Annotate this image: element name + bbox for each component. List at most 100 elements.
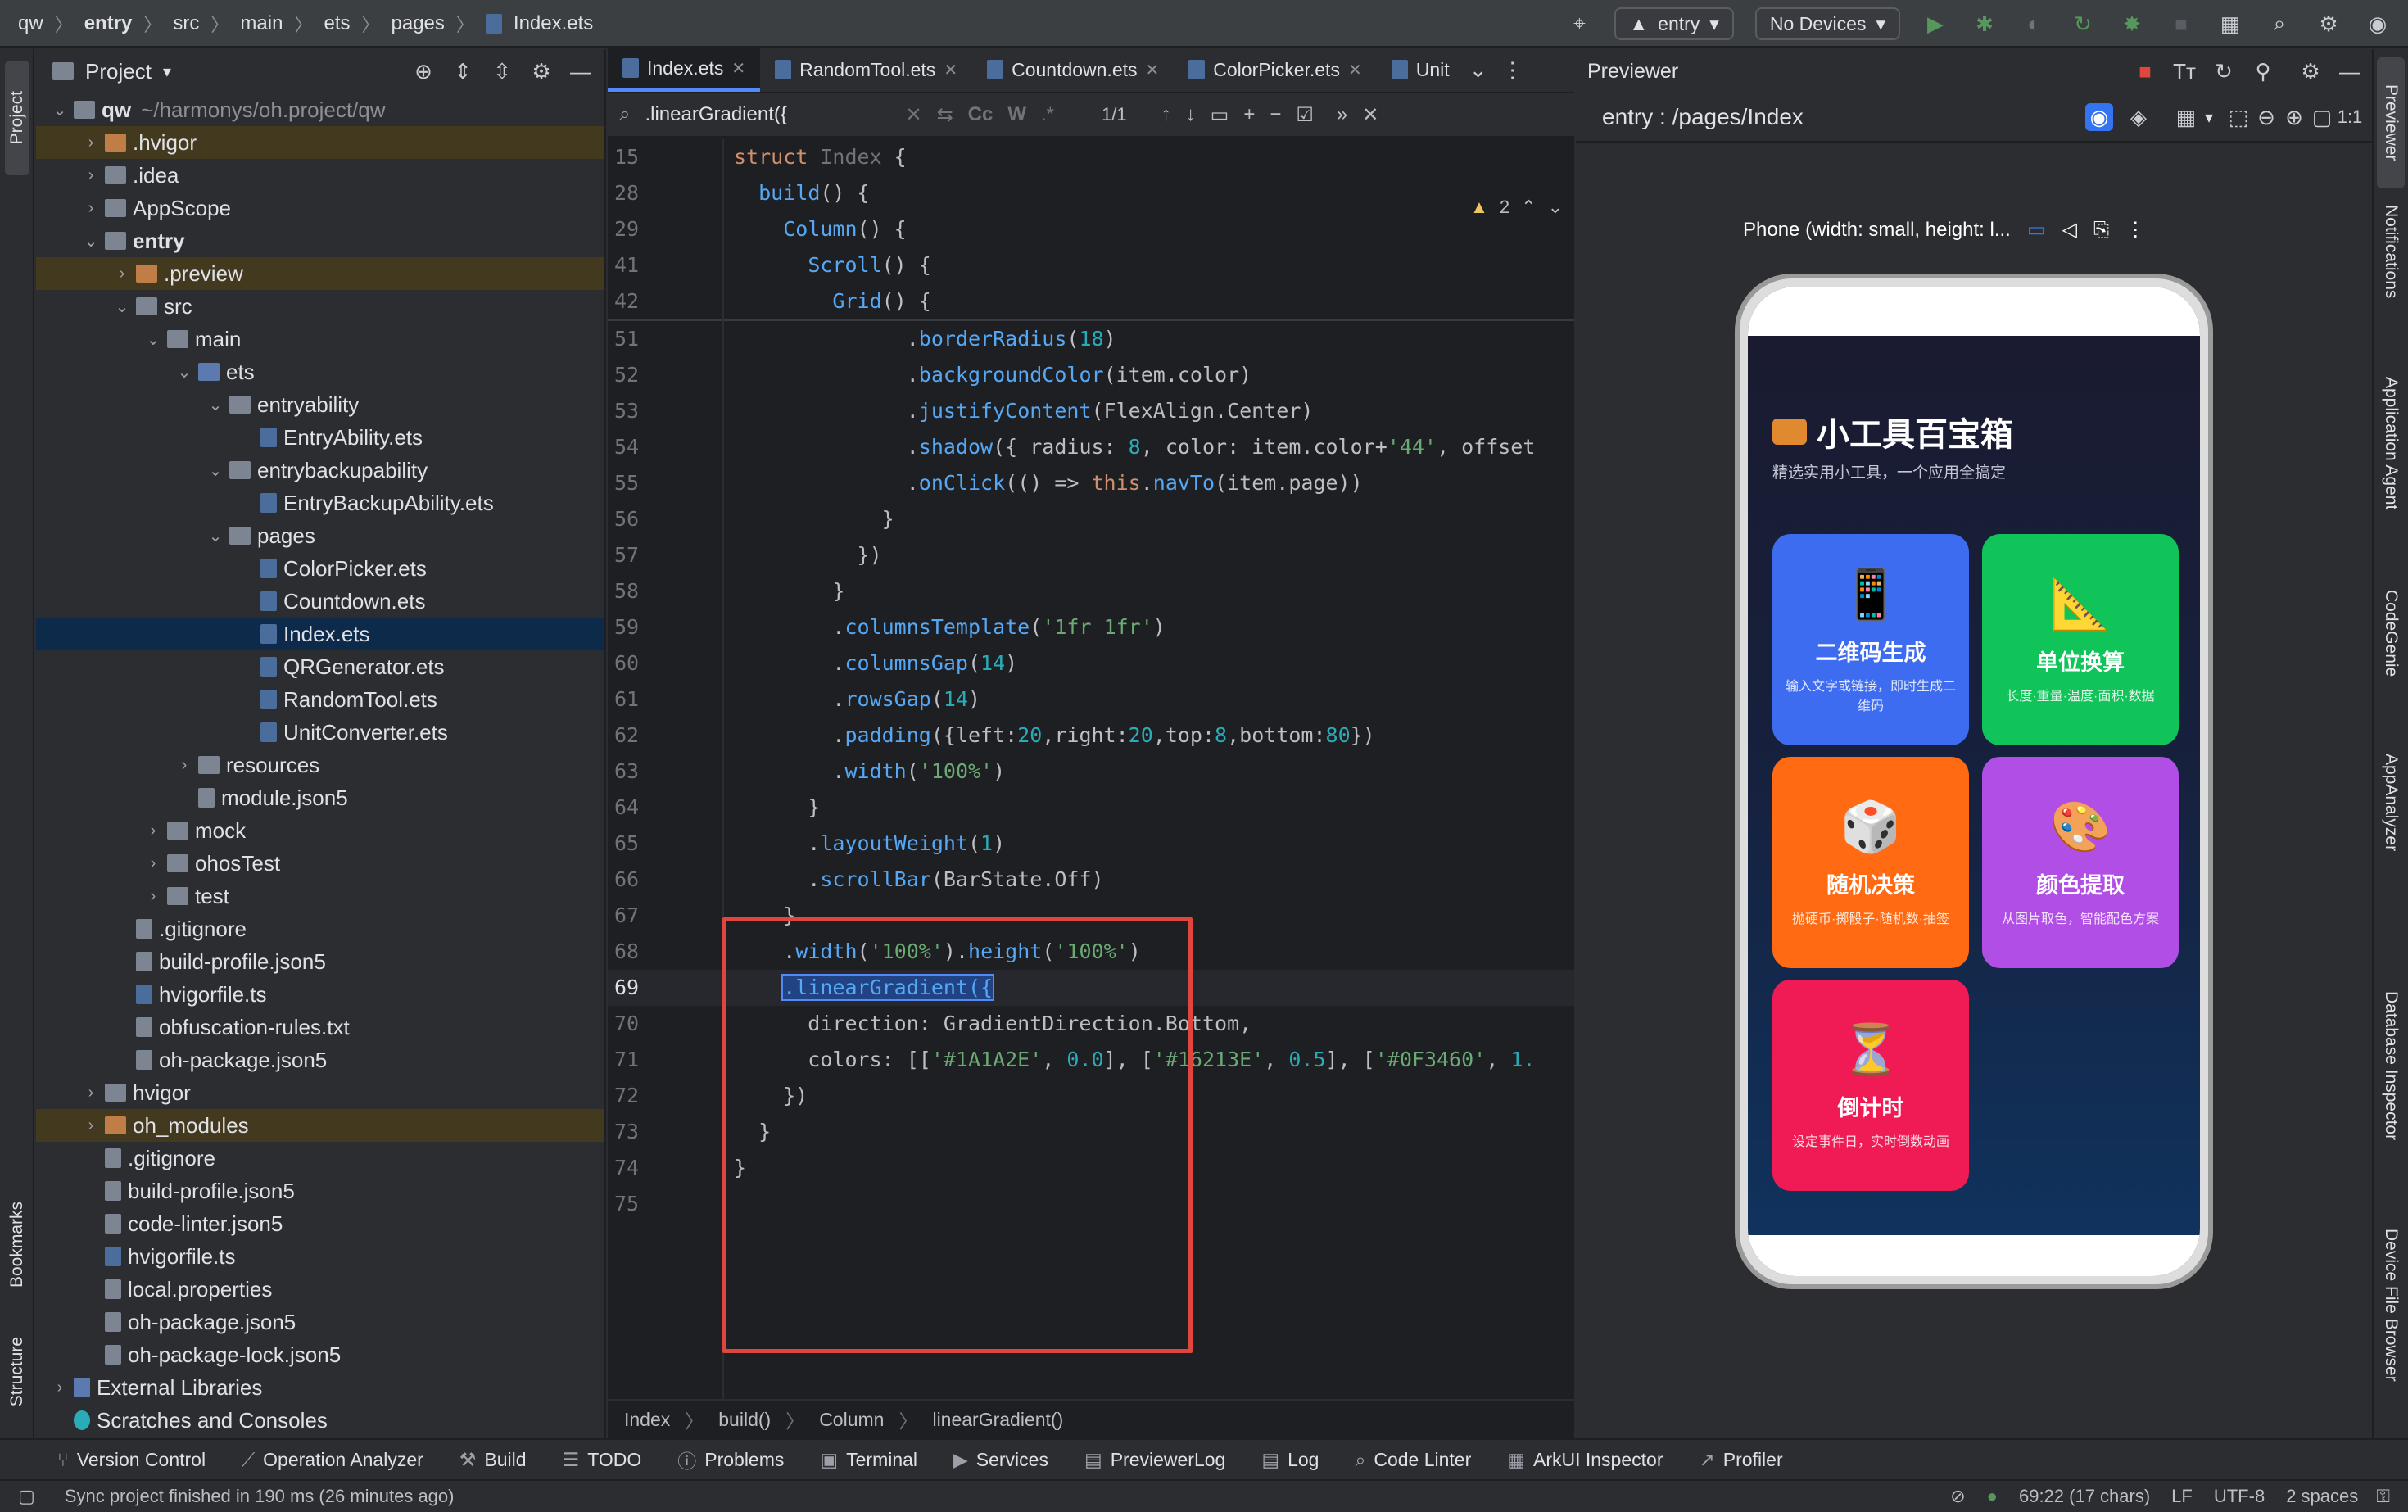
- close-find-icon[interactable]: ✕: [1362, 103, 1378, 127]
- arrow-down-icon[interactable]: ↓: [1186, 103, 1196, 126]
- select-all-occurrences-icon[interactable]: ☑: [1296, 103, 1314, 127]
- run-config-dropdown[interactable]: ▲ entry ▾: [1614, 7, 1734, 40]
- bottom-tool-button[interactable]: ▶ Services: [953, 1449, 1048, 1471]
- font-size-icon[interactable]: Tт: [2170, 57, 2198, 85]
- breadcrumb-item[interactable]: entry: [84, 12, 133, 35]
- bottom-tool-button[interactable]: ☰ TODO: [563, 1449, 642, 1471]
- tree-row[interactable]: local.properties: [36, 1273, 604, 1306]
- chevron-down-icon[interactable]: ⌄: [51, 100, 69, 120]
- chevron-down-icon[interactable]: ⌄: [113, 297, 131, 317]
- bottom-tool-button[interactable]: ⌕ Code Linter: [1355, 1449, 1471, 1471]
- collapse-all-icon[interactable]: ⇳: [488, 57, 516, 85]
- hide-icon[interactable]: —: [2336, 57, 2364, 85]
- tool-card[interactable]: 📐 单位换算 长度·重量·温度·面积·数据: [1982, 534, 2179, 745]
- tree-row[interactable]: ⌄ pages: [36, 519, 604, 552]
- code-line[interactable]: 61 .rowsGap(14): [608, 681, 1574, 718]
- bottom-tool-button[interactable]: ▣ Terminal: [820, 1449, 917, 1471]
- notifications-tool-button[interactable]: Notifications: [2377, 205, 2405, 401]
- chevron-down-icon[interactable]: ⌄: [1464, 56, 1492, 84]
- code-line[interactable]: 41 Scroll() {: [608, 247, 1574, 283]
- close-icon[interactable]: ✕: [944, 60, 957, 80]
- tree-row[interactable]: › .preview: [36, 257, 604, 290]
- locate-icon[interactable]: ⊕: [410, 57, 437, 85]
- tree-row[interactable]: build-profile.json5: [36, 945, 604, 978]
- tree-row[interactable]: .gitignore: [36, 1142, 604, 1175]
- tree-row[interactable]: obfuscation-rules.txt: [36, 1011, 604, 1043]
- tree-row[interactable]: EntryAbility.ets: [36, 421, 604, 454]
- database-tool-button[interactable]: Database Inspector: [2377, 991, 2405, 1237]
- tree-row[interactable]: › mock: [36, 814, 604, 847]
- chevron-down-icon[interactable]: ⌄: [1548, 197, 1563, 218]
- chevron-right-icon[interactable]: ›: [82, 134, 100, 152]
- tree-row[interactable]: oh-package-lock.json5: [36, 1338, 604, 1371]
- breadcrumb-item[interactable]: Index.ets: [514, 12, 593, 35]
- code-line[interactable]: 62 .padding({left:20,right:20,top:8,bott…: [608, 718, 1574, 754]
- code-line[interactable]: 52 .backgroundColor(item.color): [608, 357, 1574, 393]
- chevron-right-icon[interactable]: ›: [82, 1084, 100, 1102]
- code-line[interactable]: 42 Grid() {: [608, 283, 1574, 319]
- layers-icon[interactable]: ◈: [2125, 103, 2152, 131]
- chevron-right-icon[interactable]: ›: [144, 887, 162, 906]
- tree-row[interactable]: code-linter.json5: [36, 1207, 604, 1240]
- code-line[interactable]: 60 .columnsGap(14): [608, 645, 1574, 681]
- tree-row[interactable]: Countdown.ets: [36, 585, 604, 618]
- crumb-index[interactable]: Index: [624, 1409, 670, 1431]
- tree-row[interactable]: ⌄ ets: [36, 355, 604, 388]
- bottom-tool-button[interactable]: ▦ ArkUI Inspector: [1507, 1449, 1663, 1471]
- clear-icon[interactable]: ✕: [905, 103, 921, 127]
- code-line[interactable]: 54 .shadow({ radius: 8, color: item.colo…: [608, 429, 1574, 465]
- tree-row[interactable]: › resources: [36, 749, 604, 781]
- code-line[interactable]: 59 .columnsTemplate('1fr 1fr'): [608, 609, 1574, 645]
- back-icon[interactable]: ◁: [2062, 218, 2077, 242]
- chevron-right-icon[interactable]: ›: [82, 166, 100, 185]
- chevron-down-icon[interactable]: ▾: [2205, 107, 2213, 128]
- chevron-right-icon[interactable]: ›: [175, 756, 193, 775]
- tree-row[interactable]: › ohosTest: [36, 847, 604, 880]
- tree-row[interactable]: QRGenerator.ets: [36, 650, 604, 683]
- code-line[interactable]: 63 .width('100%'): [608, 754, 1574, 790]
- breadcrumb-item[interactable]: main: [240, 12, 283, 35]
- more-options-icon[interactable]: »: [1337, 103, 1347, 126]
- bottom-tool-button[interactable]: ⟋ Operation Analyzer: [242, 1449, 423, 1471]
- appanalyzer-tool-button[interactable]: AppAnalyzer: [2377, 754, 2405, 934]
- close-icon[interactable]: ✕: [1146, 60, 1160, 80]
- settings-icon[interactable]: ⚙: [2315, 10, 2342, 38]
- bottom-tool-button[interactable]: ⑂ Version Control: [57, 1449, 206, 1471]
- device-file-tool-button[interactable]: Device File Browser: [2377, 1229, 2405, 1442]
- lock-icon[interactable]: ⚿: [2376, 1486, 2390, 1507]
- indent-setting[interactable]: 2 spaces: [2286, 1486, 2358, 1507]
- grid-icon[interactable]: ▦: [2172, 103, 2200, 131]
- breadcrumb-item[interactable]: pages: [392, 12, 445, 35]
- code-line[interactable]: 66 .scrollBar(BarState.Off): [608, 862, 1574, 898]
- chevron-right-icon[interactable]: ›: [144, 822, 162, 840]
- bottom-tool-button[interactable]: ▤ PreviewerLog: [1084, 1449, 1225, 1471]
- expand-all-icon[interactable]: ⇕: [449, 57, 477, 85]
- run-icon[interactable]: ▶: [1921, 10, 1949, 38]
- find-input[interactable]: [645, 103, 891, 126]
- chevron-right-icon[interactable]: ›: [82, 1116, 100, 1135]
- codegenie-tool-button[interactable]: CodeGenie: [2377, 590, 2405, 770]
- bookmarks-tool-button[interactable]: Bookmarks: [5, 1163, 29, 1327]
- tree-row[interactable]: › AppScope: [36, 192, 604, 224]
- tree-row[interactable]: ⌄ entrybackupability: [36, 454, 604, 487]
- project-panel-title[interactable]: Project: [85, 59, 152, 84]
- code-line[interactable]: 57 }): [608, 537, 1574, 573]
- code-line[interactable]: 65 .layoutWeight(1): [608, 826, 1574, 862]
- tab-randomtool[interactable]: RandomTool.ets ✕: [760, 48, 972, 92]
- inspection-widget[interactable]: ▲ 2 ⌃ ⌄: [1470, 197, 1563, 218]
- tab-colorpicker[interactable]: ColorPicker.ets ✕: [1174, 48, 1376, 92]
- crumb-lineargradient[interactable]: linearGradient(): [932, 1409, 1063, 1431]
- chevron-down-icon[interactable]: ⌄: [144, 329, 162, 350]
- chevron-down-icon[interactable]: ⌄: [206, 395, 224, 415]
- match-case-toggle[interactable]: Cc: [968, 103, 994, 126]
- power-save-icon[interactable]: ⊘: [1950, 1486, 1965, 1507]
- code-line[interactable]: 56 }: [608, 501, 1574, 537]
- settings-icon[interactable]: ⚙: [2297, 57, 2324, 85]
- chevron-right-icon[interactable]: ›: [113, 265, 131, 283]
- history-icon[interactable]: ⇆: [937, 103, 953, 127]
- whole-word-toggle[interactable]: W: [1007, 103, 1026, 126]
- arrow-up-icon[interactable]: ↑: [1161, 103, 1171, 126]
- stop-icon[interactable]: ■: [2167, 10, 2195, 38]
- more-icon[interactable]: ⋮: [2125, 218, 2145, 242]
- tool-card[interactable]: ⏳ 倒计时 设定事件日，实时倒数动画: [1772, 980, 1969, 1191]
